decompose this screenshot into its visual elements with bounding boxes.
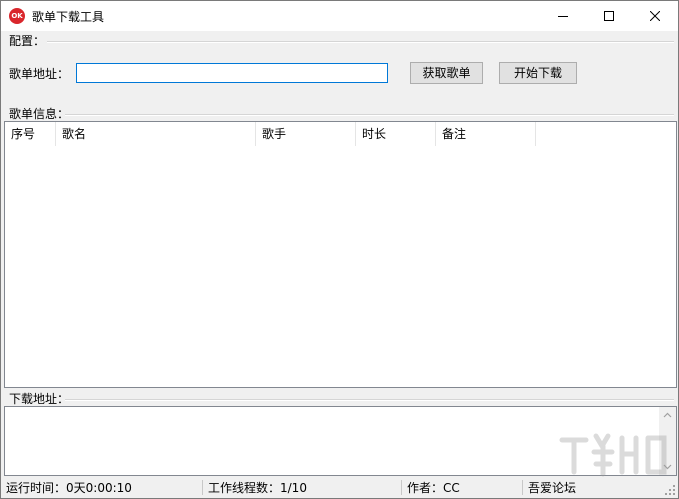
playlist-table[interactable]: 序号 歌名 歌手 时长 备注 — [4, 121, 677, 388]
scroll-up-icon[interactable] — [663, 411, 672, 420]
status-bar: 运行时间：0天0:00:10 工作线程数：1/10 作者：CC 吾爱论坛 — [1, 477, 678, 498]
playlist-info-divider — [65, 114, 674, 116]
status-thread-count: 工作线程数：1/10 — [208, 481, 307, 495]
maximize-icon — [604, 11, 614, 21]
column-header-song-name[interactable]: 歌名 — [56, 122, 256, 146]
app-icon: OK — [9, 8, 25, 24]
config-group-label: 配置： — [9, 34, 46, 48]
watermark-logo — [559, 433, 667, 477]
status-divider — [401, 480, 402, 495]
window-title: 歌单下载工具 — [32, 10, 105, 24]
start-download-button[interactable]: 开始下载 — [499, 62, 577, 84]
close-button[interactable] — [632, 1, 678, 31]
fetch-playlist-button[interactable]: 获取歌单 — [410, 62, 483, 84]
close-icon — [650, 11, 660, 21]
status-forum: 吾爱论坛 — [528, 481, 577, 495]
column-header-duration[interactable]: 时长 — [356, 122, 436, 146]
playlist-info-group-label: 歌单信息： — [9, 107, 70, 121]
title-bar[interactable]: OK 歌单下载工具 — [1, 1, 678, 31]
column-header-index[interactable]: 序号 — [5, 122, 56, 146]
column-header-notes[interactable]: 备注 — [436, 122, 536, 146]
maximize-button[interactable] — [586, 1, 632, 31]
column-header-artist[interactable]: 歌手 — [256, 122, 356, 146]
download-url-group-label: 下载地址： — [9, 392, 70, 406]
config-divider — [47, 41, 674, 43]
status-author: 作者：CC — [407, 481, 460, 495]
minimize-button[interactable] — [540, 1, 586, 31]
status-run-time: 运行时间：0天0:00:10 — [6, 481, 132, 495]
app-window: OK 歌单下载工具 配置： 歌单地址： 获取歌单 开始下载 歌单信息： 序号 歌… — [0, 0, 679, 499]
status-divider — [522, 480, 523, 495]
playlist-url-input[interactable] — [76, 63, 388, 83]
resize-grip-icon[interactable] — [664, 484, 676, 496]
playlist-url-label: 歌单地址： — [9, 67, 70, 81]
playlist-table-header: 序号 歌名 歌手 时长 备注 — [5, 122, 676, 146]
status-divider — [202, 480, 203, 495]
minimize-icon — [558, 16, 568, 17]
download-url-divider — [65, 399, 674, 401]
